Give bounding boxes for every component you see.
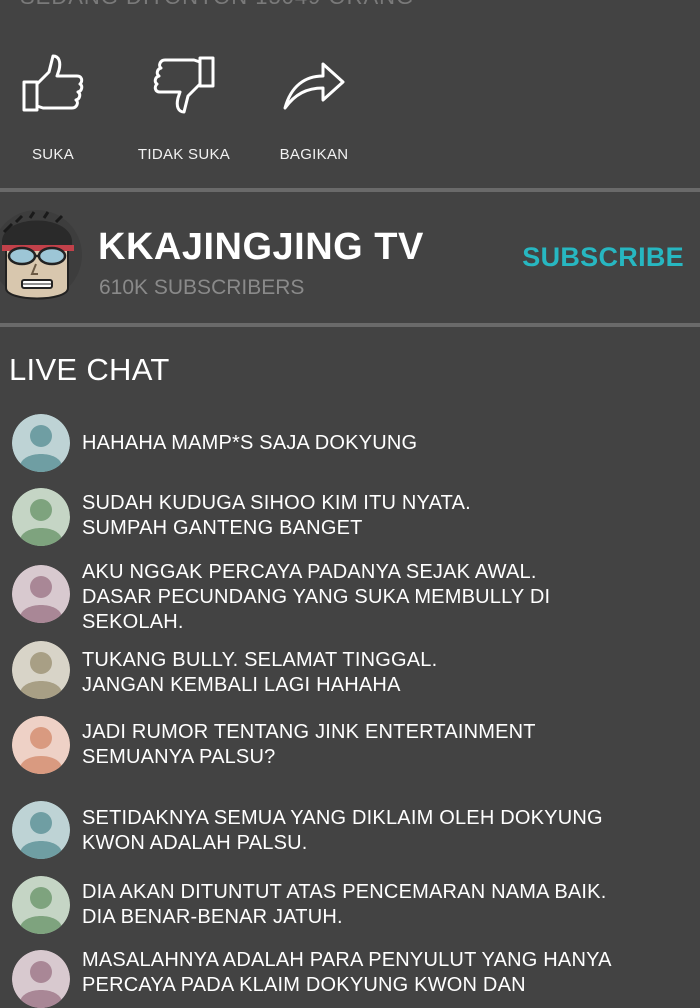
chat-message-text: HAHAHA MAMP*S SAJA DOKYUNG [82,432,418,454]
chat-message-text: TUKANG BULLY. SELAMAT TINGGAL. JANGAN KE… [82,649,438,696]
chat-message-text: SUDAH KUDUGA SIHOO KIM ITU NYATA. SUMPAH… [82,492,471,539]
user-avatar-icon[interactable] [12,414,70,472]
user-avatar-icon[interactable] [12,876,70,934]
user-avatar-icon[interactable] [12,565,70,623]
chat-message-text: JADI RUMOR TENTANG JINK ENTERTAINMENT SE… [82,721,536,768]
chat-message-text: MASALAHNYA ADALAH PARA PENYULUT YANG HAN… [82,949,612,996]
user-avatar-icon[interactable] [12,641,70,699]
user-avatar-icon[interactable] [12,801,70,859]
chat-message-text: AKU NGGAK PERCAYA PADANYA SEJAK AWAL. DA… [82,561,551,633]
chat-message-text: SETIDAKNYA SEMUA YANG DIKLAIM OLEH DOKYU… [82,807,603,854]
chat-list: HAHAHA MAMP*S SAJA DOKYUNG SUDAH KUDUGA S… [0,0,700,1008]
user-avatar-icon[interactable] [12,716,70,774]
user-avatar-icon[interactable] [12,950,70,1008]
user-avatar-icon[interactable] [12,488,70,546]
chat-message-text: DIA AKAN DITUNTUT ATAS PENCEMARAN NAMA B… [82,881,607,928]
